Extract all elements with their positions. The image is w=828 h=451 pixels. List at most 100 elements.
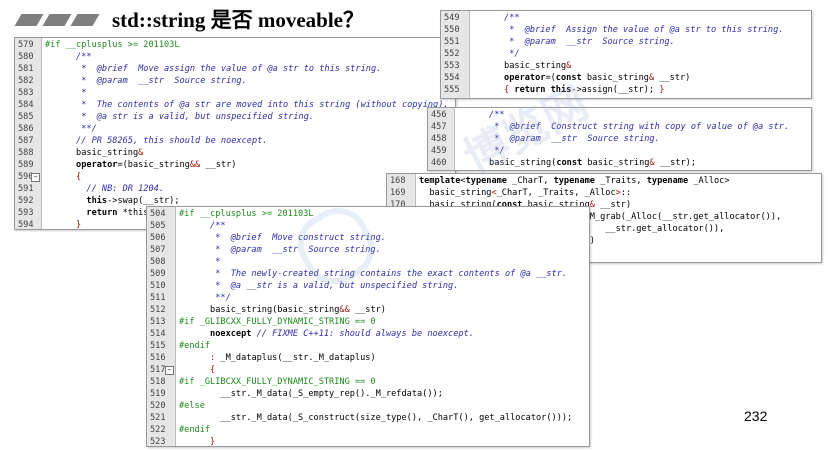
fold-toggle-icon[interactable]: − [31, 173, 40, 182]
code-token: } [45, 220, 82, 230]
code-token: basic_string(basic_string [179, 305, 340, 315]
code-line: 586 **/ [15, 123, 455, 135]
line-number: 579 [18, 40, 34, 50]
code-token: * [45, 88, 87, 98]
code-text: operator=(const basic_string& __str) [473, 72, 690, 84]
code-text: } [179, 436, 216, 447]
code-line: 554 operator=(const basic_string& __str) [441, 72, 811, 84]
code-line: 521 __str._M_data(_S_construct(size_type… [147, 412, 589, 424]
code-line: 507 * @param __str Source string. [147, 244, 589, 256]
slide-title: std::string 是否 moveable？ [112, 8, 364, 32]
code-text: } [45, 219, 82, 230]
line-number: 504 [150, 209, 166, 219]
code-token: * @param __str Source string. [45, 76, 247, 86]
code-text: #endif [179, 424, 210, 436]
line-number: 581 [18, 64, 34, 74]
page-number: 232 [744, 408, 768, 424]
code-text: #if _GLIBCXX_FULLY_DYNAMIC_STRING == 0 [179, 376, 376, 388]
code-line: 514 noexcept // FIXME C++11: should alwa… [147, 328, 589, 340]
code-token: __str) [200, 160, 237, 170]
line-number: 457 [431, 122, 447, 132]
code-text: template<typename _CharT, typename _Trai… [419, 175, 730, 187]
line-number: 587 [18, 136, 34, 146]
code-text: #else [179, 400, 205, 412]
code-text: * @brief Move assign the value of @a str… [45, 63, 381, 75]
code-token: basic_string [419, 188, 492, 198]
code-text: #if __cplusplus >= 201103L [45, 39, 180, 51]
code-text: * @brief Move construct string. [179, 232, 386, 244]
code-token: _CharT, _Traits, _Alloc [496, 188, 616, 198]
code-text: // NB: DR 1204. [45, 183, 164, 195]
code-text: __str._M_data(_S_empty_rep()._M_refdata(… [179, 388, 442, 400]
line-number: 459 [431, 146, 447, 156]
code-token: * The contents of @a str are moved into … [45, 100, 449, 110]
code-token: * @brief Move assign the value of @a str… [45, 64, 382, 74]
line-number: 520 [150, 401, 166, 411]
code-token: _CharT, [507, 176, 554, 186]
code-text: basic_string(const basic_string& __str); [458, 157, 696, 169]
code-text: noexcept // FIXME C++11: should always b… [179, 328, 474, 340]
code-token: /** [45, 52, 92, 62]
line-number: 582 [18, 76, 34, 86]
line-number: 169 [390, 188, 406, 198]
code-token: operator [45, 160, 118, 170]
code-line: 579 #if __cplusplus >= 201103L [15, 39, 455, 51]
code-text: * @brief Construct string with copy of v… [458, 121, 789, 133]
code-token: */ [458, 146, 505, 156]
code-token: ->assign(__str); [571, 85, 660, 95]
code-token: __str._M_data(_S_construct(size_type(), … [179, 413, 573, 423]
code-text: * @a str is a valid, but unspecified str… [45, 111, 314, 123]
code-text: * @brief Assign the value of @a str to t… [473, 24, 783, 36]
line-number: 591 [18, 184, 34, 194]
code-token: #if __cplusplus >= 201103L [45, 40, 180, 50]
code-text: // PR 58265, this should be noexcept. [45, 135, 267, 147]
line-number: 519 [150, 389, 166, 399]
code-text: **/ [179, 292, 231, 304]
code-token: return [45, 208, 118, 218]
code-token: typename [646, 176, 689, 186]
code-token: __str); [654, 158, 697, 168]
fold-toggle-icon[interactable]: − [165, 366, 174, 375]
code-token: **/ [45, 124, 97, 134]
code-token: * @a __str is a valid, but unspecified s… [179, 281, 459, 291]
code-token: #if __cplusplus >= 201103L [179, 209, 314, 219]
code-line: 552 */ [441, 48, 811, 60]
code-text: * The newly-created string contains the … [179, 268, 567, 280]
code-text: * [45, 87, 86, 99]
code-text: /** [458, 109, 505, 121]
code-text: */ [473, 48, 519, 60]
code-text: /** [45, 51, 92, 63]
line-number: 549 [444, 13, 460, 23]
code-line: 456 /** [428, 109, 811, 121]
code-token: & [138, 148, 144, 158]
code-token: * [179, 257, 221, 267]
code-line: 581 * @brief Move assign the value of @a… [15, 63, 455, 75]
code-token: __str) [594, 200, 632, 210]
line-number: 515 [150, 341, 166, 351]
code-token: __str) [349, 305, 386, 315]
code-line: 459 */ [428, 145, 811, 157]
code-line: 458 * @param __str Source string. [428, 133, 811, 145]
code-line: 522 #endif [147, 424, 589, 436]
code-token: basic_string [45, 148, 139, 158]
line-number: 516 [150, 353, 166, 363]
code-text: basic_string& [473, 60, 571, 72]
code-text: * @param __str Source string. [45, 75, 247, 87]
code-text: #if _GLIBCXX_FULLY_DYNAMIC_STRING == 0 [179, 316, 376, 328]
code-token: ->swap(__str); [107, 196, 180, 206]
line-number: 550 [444, 25, 460, 35]
code-token: **/ [179, 293, 231, 303]
code-token: * @param __str Source string. [179, 245, 381, 255]
code-line: 520 #else [147, 400, 589, 412]
line-number: 168 [390, 176, 406, 186]
code-text: * [179, 256, 220, 268]
line-number: 586 [18, 124, 34, 134]
code-text: **/ [45, 123, 97, 135]
code-text: */ [458, 145, 505, 157]
code-token: } [179, 437, 216, 447]
code-token: * The newly-created string contains the … [179, 269, 568, 279]
code-token: const [555, 73, 582, 83]
code-line: 508 * [147, 256, 589, 268]
decoration-bar-1 [14, 14, 44, 26]
code-token: // NB: DR 1204. [45, 184, 164, 194]
